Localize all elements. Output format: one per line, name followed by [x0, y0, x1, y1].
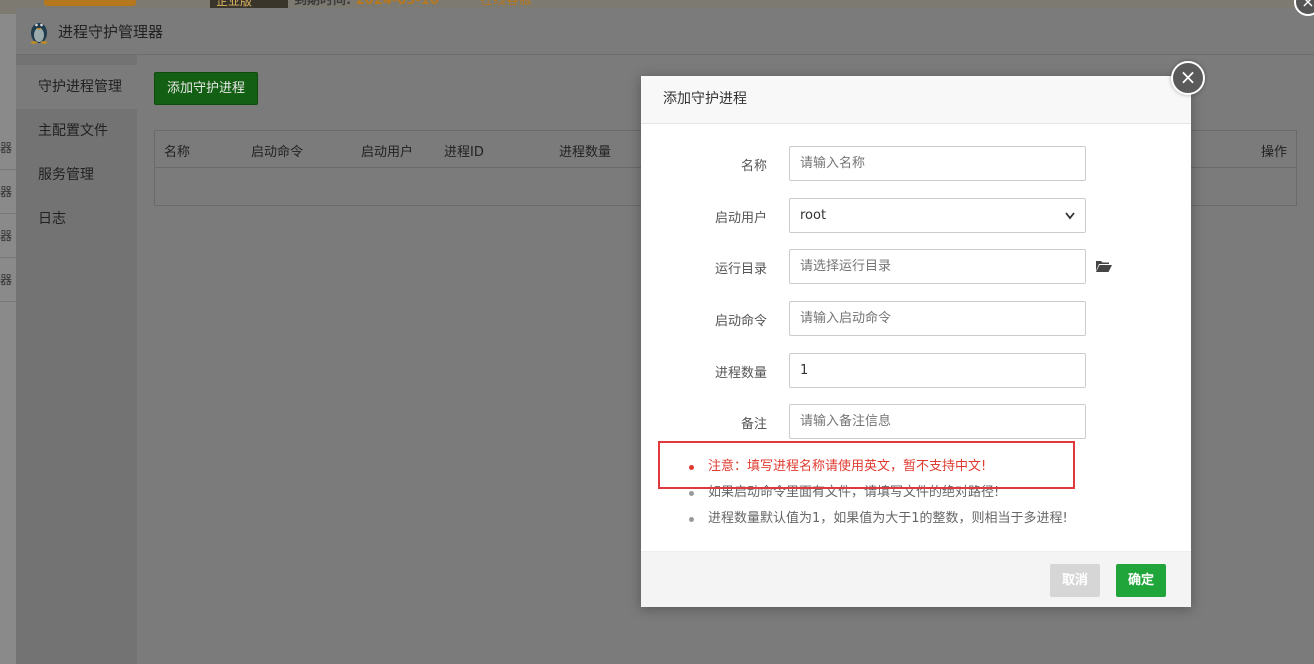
warning-highlight-box — [658, 441, 1075, 489]
dir-label: 运行目录 — [714, 262, 767, 277]
column-header-name: 名称 — [164, 145, 191, 160]
column-header-user: 启动用户 — [361, 145, 414, 160]
column-header-pid: 进程ID — [444, 145, 484, 160]
confirm-button[interactable]: 确定 — [1116, 564, 1167, 597]
cancel-button[interactable]: 取消 — [1050, 564, 1101, 597]
background-badge — [44, 0, 136, 6]
modal-close-icon[interactable]: × — [1171, 61, 1205, 95]
sidebar-item-process-management[interactable]: 守护进程管理 — [16, 65, 137, 109]
form-row-user: 启动用户 root — [641, 198, 1191, 234]
dialog-title: 添加守护进程 — [641, 76, 1191, 124]
count-label: 进程数量 — [714, 366, 767, 381]
dialog-footer: 取消 确定 — [641, 551, 1191, 607]
name-input[interactable] — [789, 146, 1086, 181]
sidebar-item-service-management[interactable]: 服务管理 — [16, 153, 137, 197]
form-row-command: 启动命令 — [641, 301, 1191, 337]
run-directory-input[interactable] — [789, 249, 1086, 284]
background-sidebar-item: 器 — [0, 258, 16, 302]
background-sidebar-item: 器 — [0, 126, 16, 170]
user-select-value: root — [800, 208, 827, 223]
remark-input[interactable] — [789, 404, 1086, 439]
folder-open-icon[interactable] — [1096, 260, 1112, 272]
name-label: 名称 — [740, 159, 767, 174]
add-process-dialog: 添加守护进程 名称 启动用户 root 运行目录 启动命令 进程数量 备注 — [641, 76, 1191, 607]
sidebar-item-main-config[interactable]: 主配置文件 — [16, 109, 137, 153]
column-header-actions: 操作 — [1261, 145, 1288, 160]
chevron-down-icon — [1065, 199, 1075, 245]
sidebar-item-logs[interactable]: 日志 — [16, 197, 137, 241]
window-header: 进程守护管理器 — [16, 8, 1314, 55]
form-row-remark: 备注 — [641, 404, 1191, 440]
start-command-input[interactable] — [789, 301, 1086, 336]
form-row-dir: 运行目录 — [641, 249, 1191, 285]
background-sidebar-item: 器 — [0, 170, 16, 214]
expire-label: 到期时间: — [294, 0, 352, 8]
background-sidebar-item: 器 — [0, 214, 16, 258]
process-count-input[interactable] — [789, 353, 1086, 388]
sidebar: 守护进程管理 主配置文件 服务管理 日志 — [16, 55, 137, 664]
form-row-name: 名称 — [641, 146, 1191, 182]
expire-date: 2024-03-10 — [355, 0, 439, 8]
window-title: 进程守护管理器 — [58, 22, 164, 41]
note-item: 进程数量默认值为1，如果值为大于1的整数，则相当于多进程! — [685, 506, 1155, 532]
user-select[interactable]: root — [789, 198, 1086, 233]
add-process-button[interactable]: 添加守护进程 — [154, 72, 259, 105]
form-row-count: 进程数量 — [641, 353, 1191, 389]
remark-label: 备注 — [740, 417, 767, 432]
command-label: 启动命令 — [714, 314, 767, 329]
user-label: 启动用户 — [714, 211, 767, 226]
linux-penguin-icon — [30, 23, 48, 44]
column-header-command: 启动命令 — [251, 145, 304, 160]
column-header-count: 进程数量 — [559, 145, 612, 160]
background-sidebar: 器 器 器 器 — [0, 14, 16, 664]
